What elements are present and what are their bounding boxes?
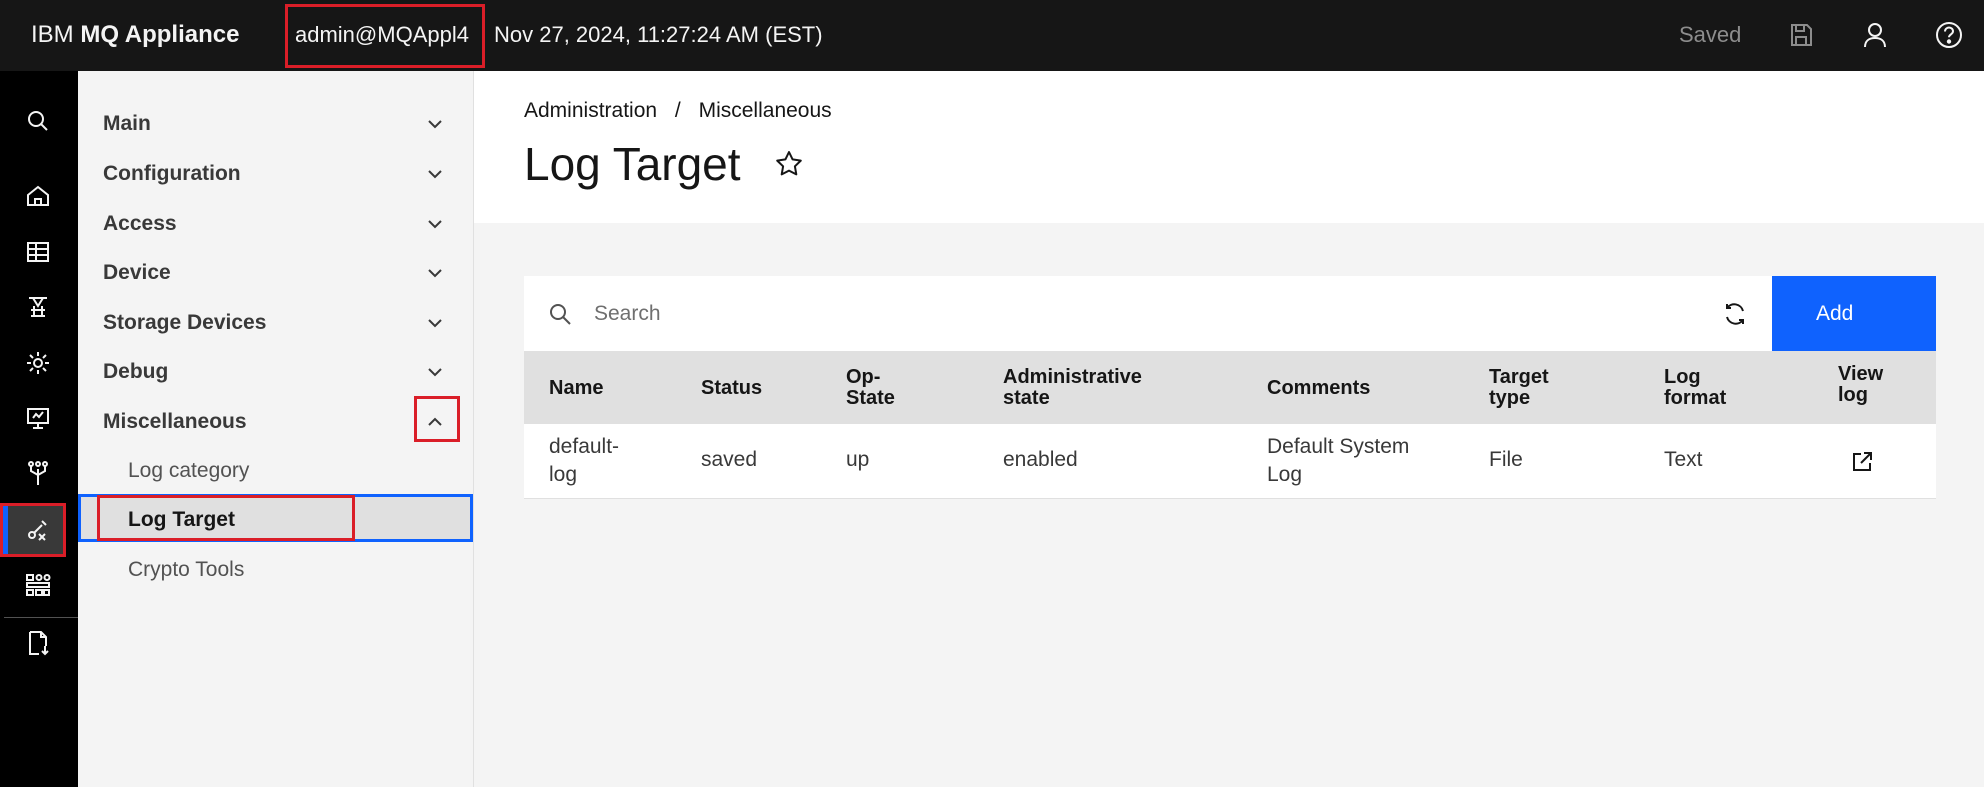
breadcrumb-separator: / bbox=[674, 99, 681, 122]
nav-group-storage-devices[interactable]: Storage Devices bbox=[103, 310, 266, 336]
grid-icon[interactable] bbox=[23, 570, 53, 600]
nav-group-access[interactable]: Access bbox=[103, 211, 177, 237]
cell-status: saved bbox=[701, 448, 758, 471]
chevron-down-icon[interactable] bbox=[423, 212, 447, 236]
breadcrumb: Administration / Miscellaneous bbox=[524, 98, 832, 124]
search-icon bbox=[546, 300, 574, 328]
rail-active-indicator bbox=[3, 506, 8, 554]
brand-prefix: IBM bbox=[31, 21, 74, 48]
table-row[interactable]: default-log saved up enabled Default Sys… bbox=[524, 424, 1936, 499]
brand-name: MQ Appliance bbox=[80, 21, 240, 48]
chevron-down-icon[interactable] bbox=[423, 360, 447, 384]
nav-item-log-target[interactable]: Log Target bbox=[128, 507, 235, 533]
chevron-down-icon[interactable] bbox=[423, 112, 447, 136]
help-icon[interactable] bbox=[1934, 20, 1964, 50]
user-icon[interactable] bbox=[1860, 20, 1890, 50]
cell-name: default-log bbox=[549, 435, 620, 486]
table-header-row: Name Status Op-State Administrative stat… bbox=[524, 351, 1936, 424]
cell-comments: Default System Log bbox=[1267, 435, 1410, 486]
refresh-icon[interactable] bbox=[1720, 299, 1750, 329]
launch-icon[interactable] bbox=[1849, 449, 1875, 475]
column-header-name[interactable]: Name bbox=[549, 378, 603, 399]
brand-logo[interactable]: IBM MQ Appliance bbox=[31, 20, 239, 50]
saved-status: Saved bbox=[1679, 22, 1742, 47]
cell-op-state: up bbox=[846, 448, 870, 471]
column-header-status[interactable]: Status bbox=[701, 378, 762, 399]
left-rail bbox=[0, 71, 78, 787]
chevron-down-icon[interactable] bbox=[423, 311, 447, 335]
datetime-label: Nov 27, 2024, 11:27:24 AM (EST) bbox=[494, 22, 823, 47]
save-icon[interactable] bbox=[1786, 20, 1816, 50]
chevron-up-icon[interactable] bbox=[423, 410, 447, 434]
star-icon[interactable] bbox=[773, 148, 805, 180]
chevron-down-icon[interactable] bbox=[423, 162, 447, 186]
nav-item-log-category[interactable]: Log category bbox=[128, 458, 249, 484]
column-header-comments[interactable]: Comments bbox=[1267, 378, 1370, 399]
breadcrumb-item-miscellaneous[interactable]: Miscellaneous bbox=[699, 98, 832, 124]
cell-target-type: File bbox=[1489, 448, 1523, 471]
cell-log-format: Text bbox=[1664, 448, 1703, 471]
file-download-icon[interactable] bbox=[23, 628, 53, 658]
column-header-op-state[interactable]: Op-State bbox=[846, 367, 906, 409]
add-button[interactable]: Add bbox=[1772, 276, 1936, 351]
network-icon[interactable] bbox=[23, 459, 53, 489]
column-header-log-format[interactable]: Log format bbox=[1664, 367, 1744, 409]
top-header: IBM MQ Appliance admin@MQAppl4 Nov 27, 2… bbox=[0, 0, 1984, 71]
column-header-target-type[interactable]: Target type bbox=[1489, 367, 1569, 409]
nav-group-miscellaneous[interactable]: Miscellaneous bbox=[103, 409, 247, 435]
settings-icon[interactable] bbox=[23, 348, 53, 378]
search-input[interactable] bbox=[594, 294, 1594, 334]
cell-admin-state: enabled bbox=[1003, 448, 1078, 471]
nav-item-crypto-tools[interactable]: Crypto Tools bbox=[128, 557, 244, 583]
side-navigation: Main Configuration Access Device Storage… bbox=[78, 71, 474, 787]
nav-group-main[interactable]: Main bbox=[103, 111, 151, 137]
monitor-queue-icon[interactable] bbox=[23, 292, 53, 322]
table-icon[interactable] bbox=[23, 237, 53, 267]
page-title: Log Target bbox=[524, 138, 741, 190]
deploy-icon[interactable] bbox=[23, 403, 53, 433]
home-icon[interactable] bbox=[23, 181, 53, 211]
nav-group-device[interactable]: Device bbox=[103, 260, 171, 286]
rail-separator bbox=[4, 617, 78, 618]
page-header: Administration / Miscellaneous Log Targe… bbox=[474, 71, 1984, 223]
breadcrumb-item-administration[interactable]: Administration bbox=[524, 98, 657, 124]
column-header-view-log[interactable]: View log bbox=[1838, 364, 1898, 406]
nav-group-debug[interactable]: Debug bbox=[103, 359, 168, 385]
tools-icon[interactable] bbox=[23, 514, 53, 544]
nav-group-configuration[interactable]: Configuration bbox=[103, 161, 241, 187]
chevron-down-icon[interactable] bbox=[423, 261, 447, 285]
column-header-administrative-state[interactable]: Administrative state bbox=[1003, 367, 1173, 409]
user-label: admin@MQAppl4 bbox=[295, 22, 469, 47]
search-icon[interactable] bbox=[23, 106, 53, 136]
table-toolbar: Add bbox=[524, 276, 1936, 351]
